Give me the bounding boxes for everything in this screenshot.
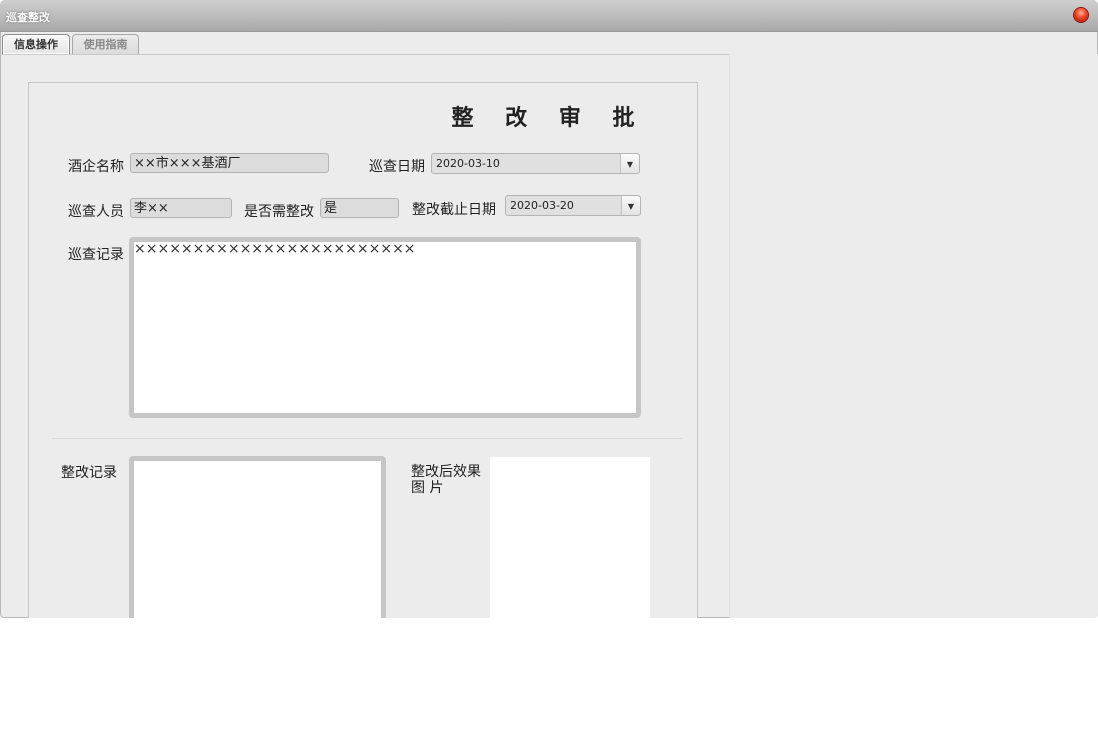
app-window: 巡查整改 信息操作 使用指南 整 改 审 批 酒企名称 ××市×××基酒厂 巡查…: [0, 0, 1098, 618]
chevron-down-icon[interactable]: ▼: [620, 154, 639, 173]
section-divider: [52, 438, 682, 439]
inspector-label: 巡查人员: [68, 204, 124, 220]
after-image-label-line2: 图 片: [411, 480, 444, 496]
right-pane: [729, 54, 1098, 618]
needs-fix-label: 是否需整改: [244, 204, 314, 220]
tab-user-guide[interactable]: 使用指南: [72, 34, 139, 54]
enterprise-name-field[interactable]: ××市×××基酒厂: [130, 153, 329, 173]
inspection-record-label: 巡查记录: [68, 247, 124, 263]
fix-record-label: 整改记录: [61, 465, 117, 481]
after-image-label-line1: 整改后效果: [411, 464, 481, 480]
inspector-field[interactable]: 李××: [130, 198, 232, 218]
inspection-record-textarea[interactable]: ××××××××××××××××××××××××: [129, 237, 641, 418]
enterprise-name-label: 酒企名称: [68, 159, 124, 175]
inspect-date-label: 巡查日期: [369, 159, 425, 175]
deadline-date-value: 2020-03-20: [510, 199, 574, 212]
form-title: 整 改 审 批: [451, 105, 647, 131]
inspect-date-picker[interactable]: 2020-03-10 ▼: [431, 153, 640, 174]
after-image-label: 整改后效果 图 片: [411, 464, 481, 496]
close-icon[interactable]: [1074, 8, 1088, 22]
after-fix-image[interactable]: [490, 457, 650, 618]
window-title: 巡查整改: [6, 11, 50, 24]
needs-fix-field[interactable]: 是: [320, 198, 399, 218]
fix-record-textarea[interactable]: [129, 456, 386, 618]
inspect-date-value: 2020-03-10: [436, 157, 500, 170]
tab-bar: 信息操作 使用指南: [0, 32, 730, 55]
chevron-down-icon[interactable]: ▼: [621, 196, 640, 215]
deadline-label: 整改截止日期: [412, 202, 496, 218]
title-bar[interactable]: 巡查整改: [0, 0, 1098, 32]
tab-info-operation[interactable]: 信息操作: [2, 34, 70, 54]
deadline-date-picker[interactable]: 2020-03-20 ▼: [505, 195, 641, 216]
